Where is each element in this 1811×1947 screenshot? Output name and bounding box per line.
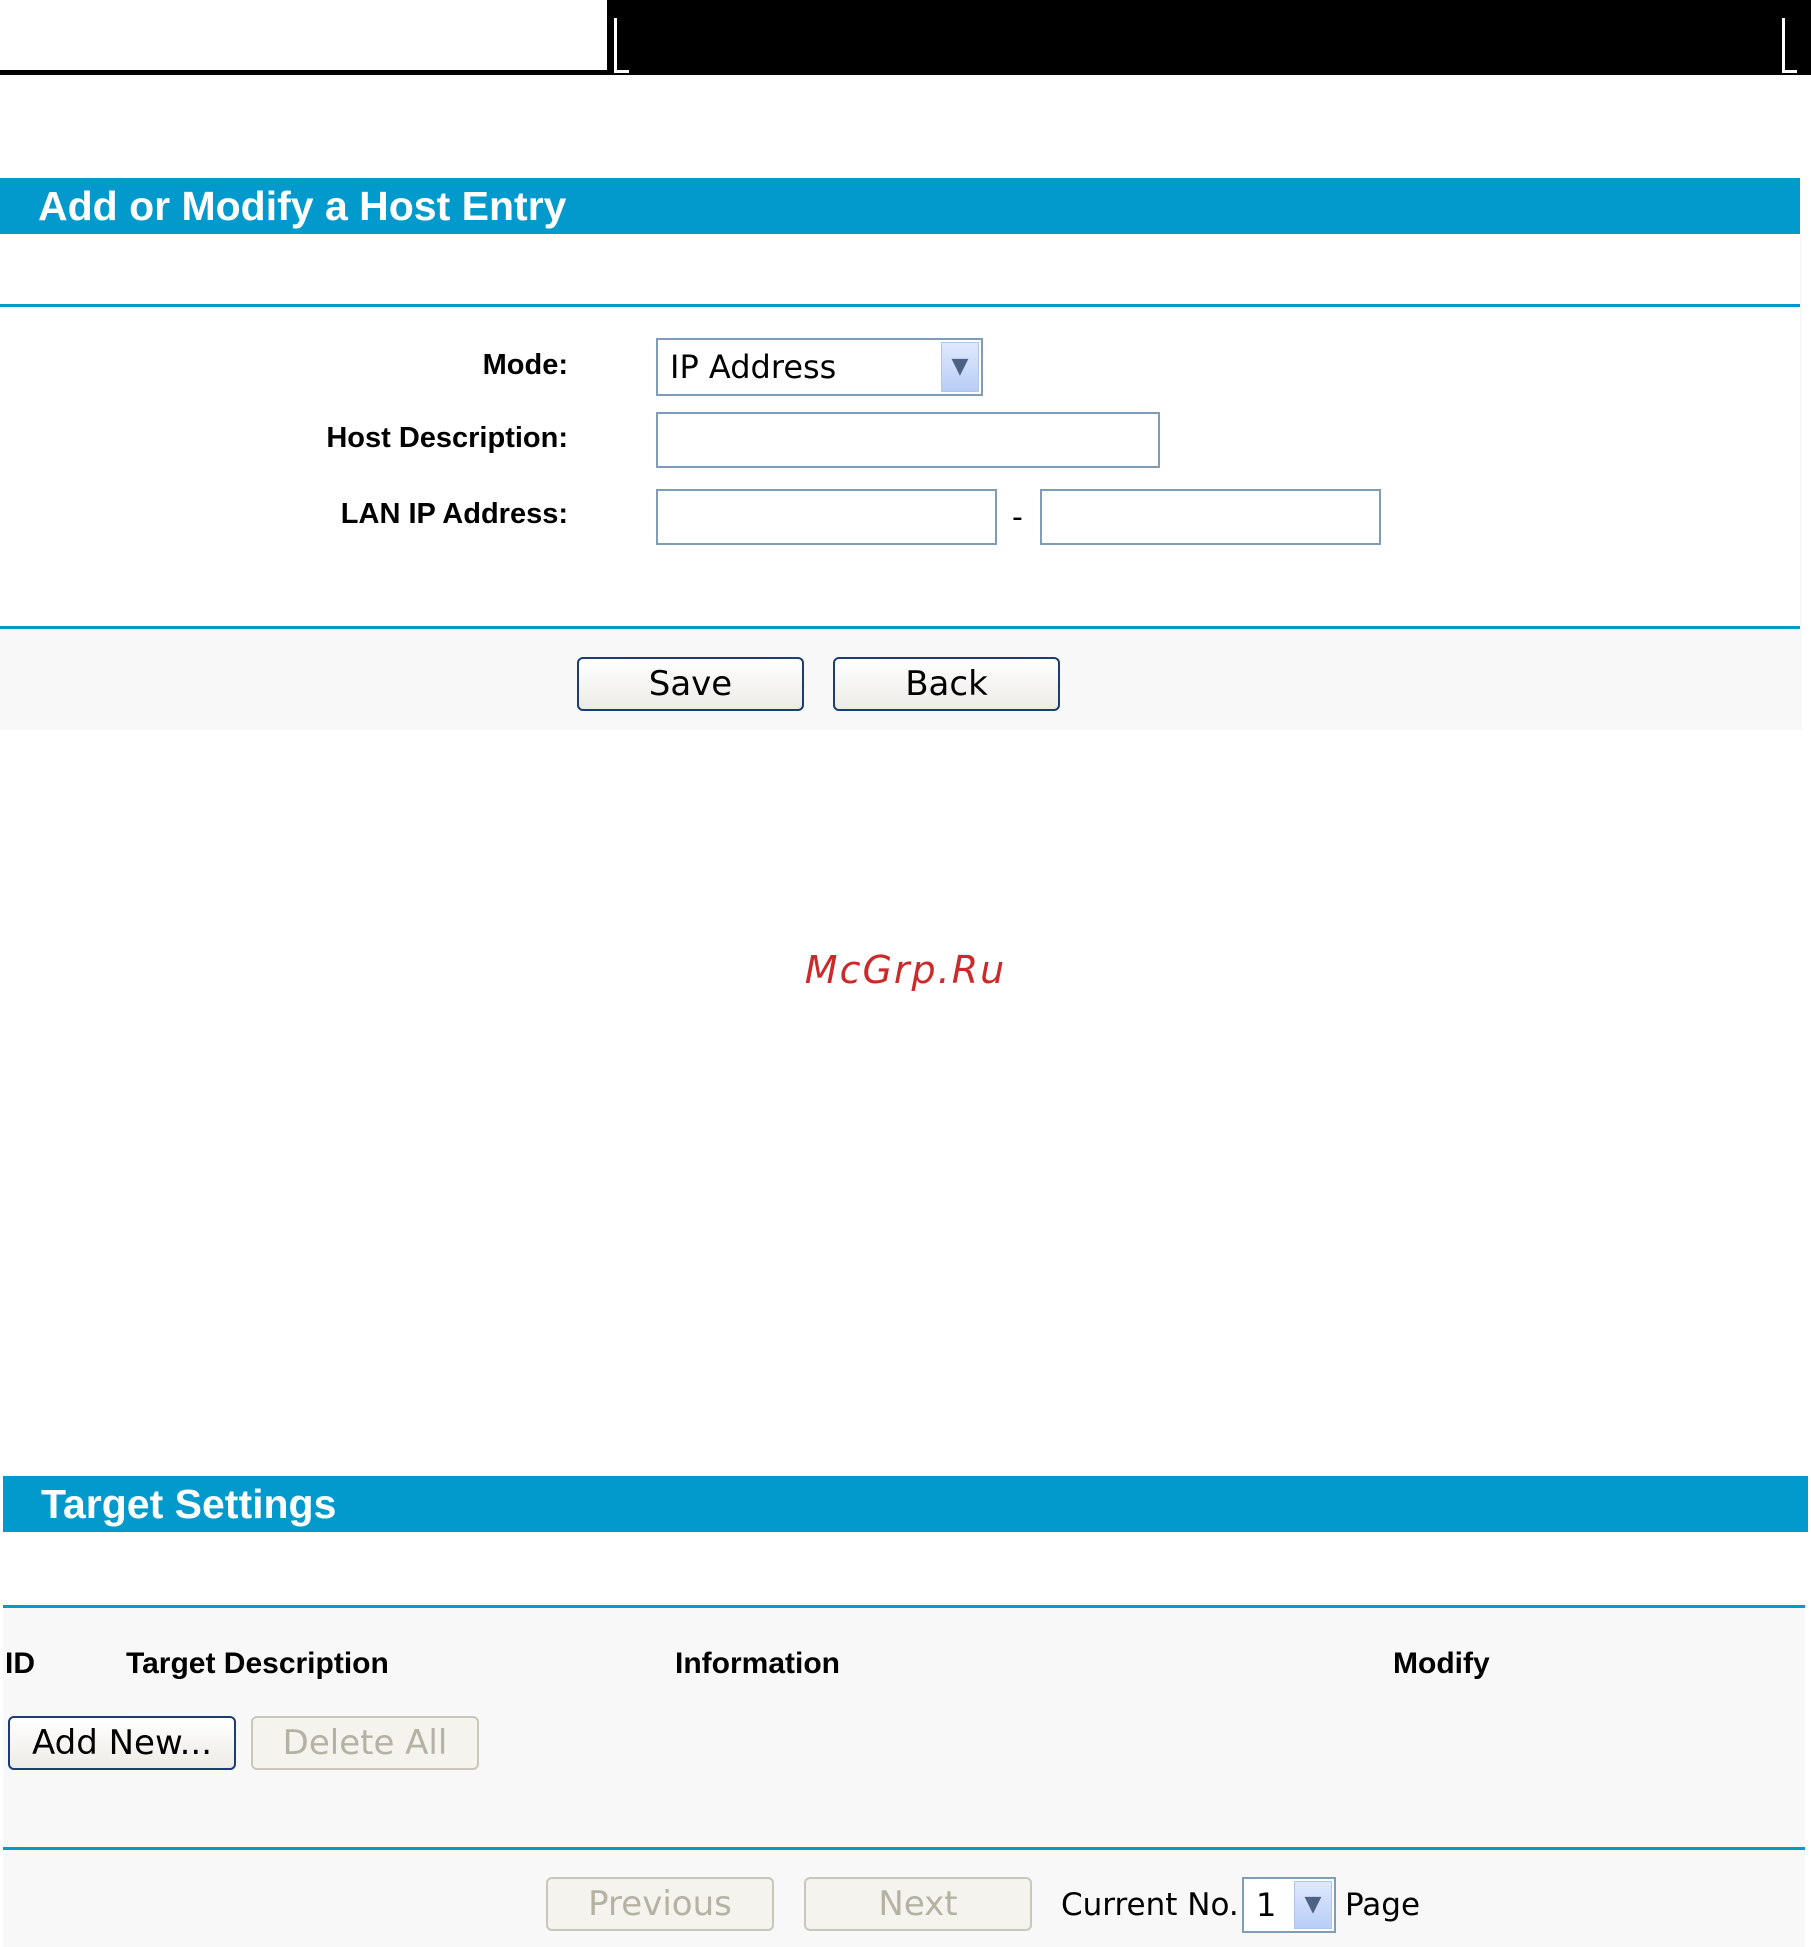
page-select-value: 1 xyxy=(1256,1886,1277,1924)
host-entry-subheader xyxy=(0,234,1800,306)
lan-ip-end-input[interactable] xyxy=(1040,489,1381,545)
previous-button[interactable]: Previous xyxy=(546,1877,774,1931)
chevron-down-icon[interactable]: ▼ xyxy=(1294,1881,1332,1929)
mode-select[interactable]: IP Address ▼ xyxy=(656,338,983,396)
header-corner-mark-right xyxy=(1782,18,1797,73)
delete-all-button[interactable]: Delete All xyxy=(251,1716,479,1770)
lan-ip-label: LAN IP Address: xyxy=(340,498,568,530)
lan-ip-start-input[interactable] xyxy=(656,489,997,545)
host-entry-bottom-divider xyxy=(0,626,1800,629)
watermark-text: McGrp.Ru xyxy=(804,948,1007,992)
back-button[interactable]: Back xyxy=(833,657,1060,711)
host-description-label: Host Description: xyxy=(326,422,568,454)
page-select[interactable]: 1 ▼ xyxy=(1242,1877,1336,1933)
host-entry-title: Add or Modify a Host Entry xyxy=(0,178,1800,234)
column-header-modify: Modify xyxy=(1393,1647,1490,1680)
lan-ip-range-separator: - xyxy=(1012,500,1023,535)
save-button[interactable]: Save xyxy=(577,657,804,711)
mode-select-value: IP Address xyxy=(670,348,837,386)
chevron-down-icon[interactable]: ▼ xyxy=(941,342,979,392)
header-strip-left xyxy=(0,0,607,75)
host-description-input[interactable] xyxy=(656,412,1160,468)
header-strip-right xyxy=(607,0,1811,75)
add-new-button[interactable]: Add New... xyxy=(8,1716,236,1770)
header-corner-mark-left xyxy=(614,18,629,73)
mode-label: Mode: xyxy=(482,349,568,381)
target-settings-title: Target Settings xyxy=(3,1476,1808,1532)
next-button[interactable]: Next xyxy=(804,1877,1032,1931)
page-label: Page xyxy=(1345,1887,1421,1923)
current-no-label: Current No. xyxy=(1061,1887,1239,1923)
column-header-id: ID xyxy=(5,1647,35,1680)
column-header-information: Information xyxy=(675,1647,840,1680)
column-header-target-description: Target Description xyxy=(126,1647,389,1680)
